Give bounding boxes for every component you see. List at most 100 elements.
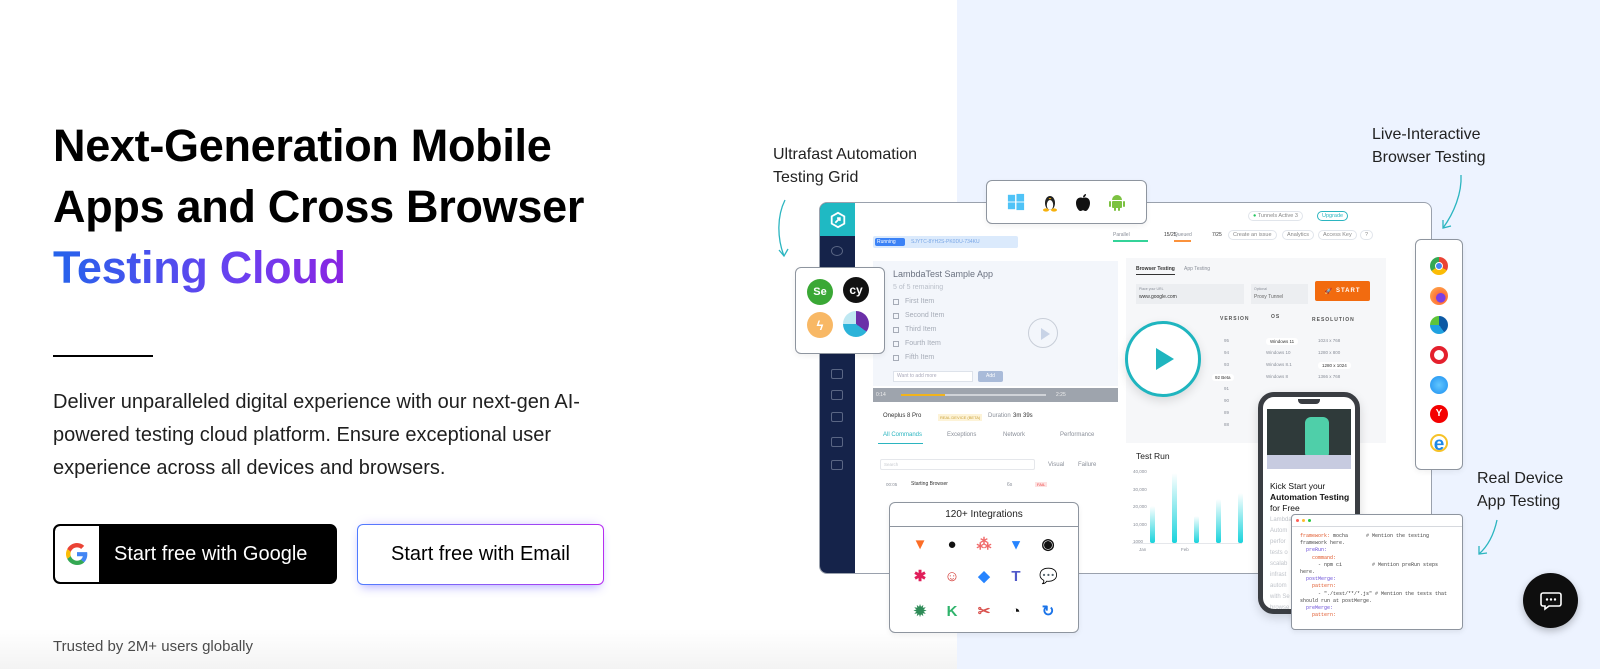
play-video-button[interactable] — [1125, 321, 1201, 397]
integrations-title: 120+ Integrations — [890, 503, 1078, 527]
resolution-option[interactable]: 1024 x 768 — [1318, 338, 1340, 343]
yandex-icon: Y — [1430, 405, 1448, 423]
code-line: postMerge: — [1306, 576, 1337, 583]
version-option[interactable]: 88 — [1224, 422, 1229, 427]
circleci-icon: ◉ — [1041, 536, 1055, 553]
ie-icon: e — [1430, 434, 1448, 454]
filter-failure[interactable]: Failure — [1078, 462, 1096, 468]
checkbox-icon — [893, 354, 899, 361]
code-line: framework here. — [1300, 540, 1346, 547]
callout-live-line-1: Live-Interactive — [1372, 126, 1481, 143]
todo-item[interactable]: Third Item — [893, 326, 937, 333]
arrow-automation-icon — [778, 199, 789, 258]
chat-button[interactable] — [1523, 573, 1578, 628]
safari-icon — [1430, 376, 1448, 394]
folder-icon — [831, 460, 843, 470]
y-tick-label: 40,000 — [1133, 469, 1147, 474]
version-option[interactable]: 94 — [1224, 350, 1229, 355]
tunnels-active-pill[interactable]: ● Tunnels Active 3 — [1248, 211, 1303, 221]
lock-icon — [831, 412, 843, 422]
resolution-header: RESOLUTION — [1312, 317, 1355, 323]
active-tab-underline — [878, 443, 923, 444]
tools-icon: ✂ — [977, 603, 991, 620]
code-line: pattern: — [1312, 583, 1337, 590]
todo-input[interactable]: Want to add more — [893, 371, 973, 382]
test-run-bar — [1194, 516, 1199, 543]
bitbucket-icon: ▾ — [1012, 536, 1020, 553]
todo-label: Fourth Item — [905, 340, 941, 347]
video-progress[interactable] — [901, 394, 1046, 396]
github-icon: ● — [947, 536, 957, 553]
code-line: pattern: — [1312, 612, 1337, 619]
gitlab-icon: ▼ — [912, 536, 928, 553]
window-minimize-dot — [1302, 519, 1305, 522]
proxy-label: Optional — [1254, 287, 1268, 291]
queued-bar — [1174, 240, 1191, 242]
video-progress-fill — [901, 394, 945, 396]
proxy-value: Proxy Tunnel — [1254, 294, 1284, 300]
os-header: OS — [1271, 314, 1281, 320]
todo-item[interactable]: Second Item — [893, 312, 944, 319]
windows-icon — [1008, 193, 1025, 211]
playwright-icon: ϟ — [807, 312, 833, 338]
hero-title-line-2: Apps and Cross Browser — [53, 181, 585, 232]
callout-live: Live-Interactive Browser Testing — [1372, 123, 1486, 169]
tab-performance[interactable]: Performance — [1060, 432, 1094, 438]
todo-item[interactable]: First Item — [893, 298, 934, 305]
version-option[interactable]: 90 — [1224, 398, 1229, 403]
todo-item[interactable]: Fifth Item — [893, 354, 934, 361]
os-option[interactable]: Windows 10 — [1266, 350, 1291, 355]
sample-app-panel: LambdaTest Sample App 5 of 5 remaining F… — [873, 261, 1118, 386]
version-option[interactable]: 89 — [1224, 410, 1229, 415]
os-option[interactable]: Windows 11 — [1266, 338, 1299, 345]
tab-all-commands[interactable]: All Commands — [883, 432, 922, 438]
running-status-bar: Running SJYTC-8YH2S-PK0DU-734KU — [873, 236, 1018, 248]
y-tick-label: 20,000 — [1133, 504, 1147, 509]
version-option[interactable]: 95 — [1224, 338, 1229, 343]
todo-add-button[interactable]: Add — [978, 371, 1003, 382]
hyperexecute-icon — [843, 311, 869, 337]
start-free-email-button[interactable]: Start free with Email — [357, 524, 604, 585]
version-option[interactable]: 92 Beta — [1212, 374, 1234, 381]
os-option[interactable]: Windows 8.1 — [1266, 362, 1292, 367]
start-free-email-label: Start free with Email — [391, 543, 570, 565]
help-button[interactable]: ? — [1360, 230, 1374, 240]
tab-browser-testing[interactable]: Browser Testing — [1136, 266, 1175, 275]
resolution-option[interactable]: 1280 x 1024 — [1318, 362, 1351, 369]
doc-icon — [831, 390, 843, 400]
todo-item[interactable]: Fourth Item — [893, 340, 941, 347]
play-icon[interactable] — [1028, 318, 1058, 348]
layers-icon — [831, 437, 843, 447]
todo-label: First Item — [905, 298, 935, 305]
create-issue-button[interactable]: Create an issue — [1228, 230, 1277, 240]
access-key-button[interactable]: Access Key — [1318, 230, 1357, 240]
tab-exceptions[interactable]: Exceptions — [947, 432, 976, 438]
proxy-select[interactable]: Optional Proxy Tunnel — [1251, 284, 1308, 304]
real-device-badge: REAL DEVICE (BETA) — [938, 414, 983, 421]
start-session-button[interactable]: 🚀 START — [1315, 281, 1370, 301]
dashboard-sidebar — [820, 203, 855, 573]
command-search-input[interactable]: Search — [880, 459, 1035, 470]
resolution-option[interactable]: 1280 x 800 — [1318, 350, 1340, 355]
os-option[interactable]: Windows 8 — [1266, 374, 1288, 379]
callout-device: Real Device App Testing — [1477, 467, 1563, 513]
version-option[interactable]: 91 — [1224, 386, 1229, 391]
frameworks-card: Se cy ϟ — [795, 267, 885, 354]
analytics-button[interactable]: Analytics — [1282, 230, 1315, 240]
opera-icon — [1430, 346, 1448, 364]
code-line: command: — [1312, 554, 1337, 561]
android-icon — [1108, 194, 1125, 211]
hero-title-highlight: Testing Cloud — [53, 237, 693, 298]
start-free-google-button[interactable]: Start free with Google — [53, 524, 337, 584]
resolution-option[interactable]: 1366 x 768 — [1318, 374, 1340, 379]
y-tick-label: 30,000 — [1133, 486, 1147, 492]
tab-network[interactable]: Network — [1003, 432, 1025, 438]
filter-visual[interactable]: Visual — [1048, 462, 1064, 468]
tab-app-testing[interactable]: App Testing — [1184, 266, 1210, 272]
upgrade-button[interactable]: Upgrade — [1317, 211, 1349, 221]
url-input[interactable]: Place your URL www.google.com — [1136, 284, 1244, 304]
rocket-icon: 🚀 — [1324, 288, 1333, 295]
command-time: 00:05 — [886, 482, 898, 487]
version-option[interactable]: 93 — [1224, 362, 1229, 367]
tunnels-count: 3 — [1294, 213, 1298, 219]
